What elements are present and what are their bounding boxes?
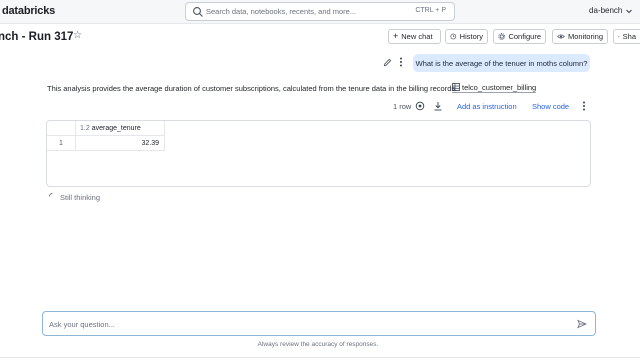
assistant-answer-text: This analysis provides the average durat… [47, 84, 458, 93]
spinner-icon [48, 192, 53, 197]
monitoring-label: Monitoring [567, 32, 603, 41]
result-table: 1.2 average_tenure 1 32.39 [46, 120, 591, 187]
star-icon[interactable]: ☆ [73, 30, 82, 41]
show-code-button[interactable]: Show code [532, 102, 569, 111]
column-header-average-tenure[interactable]: 1.2 average_tenure [76, 121, 165, 136]
page-title: nch - Run 317 [0, 31, 74, 43]
add-as-instruction-button[interactable]: Add as instruction [457, 102, 517, 111]
history-button[interactable]: History [445, 29, 488, 44]
search-shortcut-hint: CTRL + P [415, 7, 446, 14]
top-navigation-bar: databricks Search data, notebooks, recen… [0, 0, 640, 24]
question-input[interactable] [49, 316, 549, 332]
row-index-header [47, 121, 76, 136]
plus-icon: + [393, 31, 399, 41]
chevron-down-icon[interactable] [625, 7, 633, 15]
share-label: Sha [622, 32, 636, 41]
configure-label: Configure [508, 32, 541, 41]
status-text: Still thinking [60, 193, 101, 202]
new-chat-button[interactable]: + New chat [388, 29, 441, 44]
table-cell[interactable]: 32.39 [76, 136, 165, 151]
workspace-switcher[interactable]: da-bench [589, 6, 622, 15]
monitoring-button[interactable]: Monitoring [552, 29, 608, 44]
kebab-icon[interactable] [398, 56, 404, 68]
global-search[interactable]: Search data, notebooks, recents, and mor… [185, 2, 455, 21]
eye-icon [557, 34, 565, 39]
search-icon [193, 7, 203, 17]
gear-icon [498, 33, 506, 40]
table-reference-label: telco_customer_billing [462, 82, 537, 92]
row-count: 1 row [393, 102, 412, 111]
column-header-label: average_tenure [91, 124, 141, 132]
download-icon[interactable] [433, 101, 443, 111]
table-reference-link[interactable]: telco_customer_billing [452, 82, 537, 93]
share-button[interactable]: Sha [613, 29, 640, 44]
kebab-icon[interactable] [581, 100, 587, 112]
search-placeholder: Search data, notebooks, recents, and mor… [206, 7, 357, 16]
send-icon[interactable] [577, 319, 587, 329]
new-chat-label: New chat [401, 32, 433, 41]
databricks-logo[interactable]: databricks [2, 5, 55, 17]
column-type-badge: 1.2 [80, 124, 90, 132]
pencil-icon[interactable] [383, 58, 392, 67]
row-index: 1 [47, 136, 76, 151]
refresh-icon[interactable] [415, 101, 425, 111]
question-composer[interactable] [42, 311, 596, 336]
share-icon [618, 35, 620, 38]
history-icon [450, 33, 457, 40]
accuracy-disclaimer: Always review the accuracy of responses. [257, 341, 379, 348]
user-question-bubble: What is the average of the tenuer in mot… [413, 54, 590, 72]
divider [0, 357, 640, 358]
configure-button[interactable]: Configure [493, 29, 546, 44]
table-icon [452, 83, 460, 91]
history-label: History [459, 32, 483, 41]
